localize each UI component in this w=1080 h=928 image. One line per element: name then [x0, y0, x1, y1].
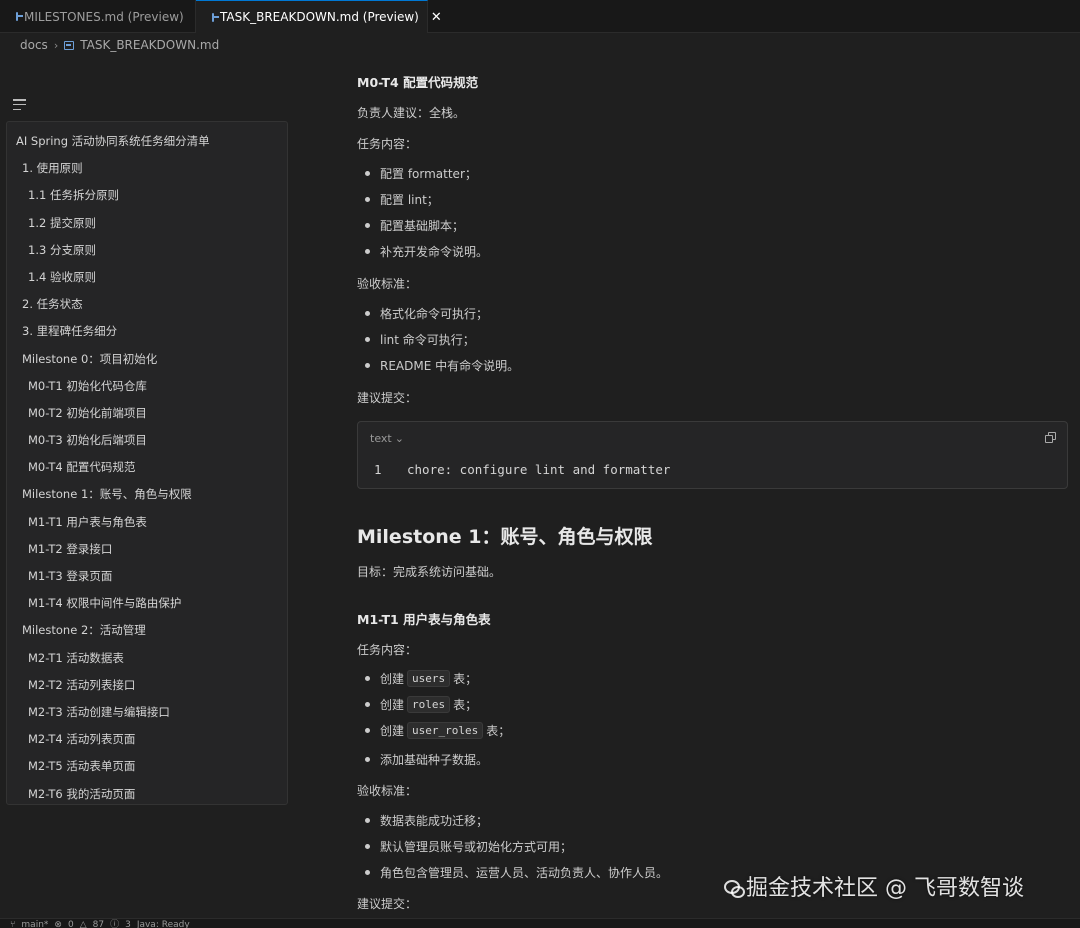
toc-item[interactable]: AI Spring 活动协同系统任务细分清单 — [7, 128, 287, 155]
toc-item[interactable]: M0-T4 配置代码规范 — [7, 454, 287, 481]
toc-item[interactable]: M2-T2 活动列表接口 — [7, 672, 287, 699]
toc-item[interactable]: 1.1 任务拆分原则 — [7, 182, 287, 209]
toc-item[interactable]: Milestone 0：项目初始化 — [7, 346, 287, 373]
status-info[interactable]: 3 — [125, 919, 131, 928]
paragraph: 任务内容： — [357, 643, 418, 657]
toc-item[interactable]: M0-T3 初始化后端项目 — [7, 427, 287, 454]
toc-item[interactable]: 1. 使用原则 — [7, 155, 287, 182]
code-text: chore: configure lint and formatter — [407, 462, 671, 477]
info-icon: ⓘ — [110, 920, 120, 928]
toc-item[interactable]: Milestone 1：账号、角色与权限 — [7, 481, 287, 508]
list-item: 配置基础脚本； — [357, 217, 464, 234]
toc-item[interactable]: 2. 任务状态 — [7, 291, 287, 318]
toc-item[interactable]: M2-T3 活动创建与编辑接口 — [7, 699, 287, 726]
watermark: 掘金技术社区 @ 飞哥数智谈 — [724, 868, 1024, 904]
status-branch[interactable]: main* — [21, 919, 48, 928]
toc-item[interactable]: 1.2 提交原则 — [7, 210, 287, 237]
editor-tab-bar: MILESTONES.md (Preview) TASK_BREAKDOWN.m… — [0, 0, 1080, 33]
tab-milestones[interactable]: MILESTONES.md (Preview) — [0, 0, 196, 33]
status-java[interactable]: Java: Ready — [137, 919, 190, 928]
code-line: 1 chore: configure lint and formatter — [374, 462, 670, 477]
list-item: README 中有命令说明。 — [357, 357, 519, 374]
tab-label: TASK_BREAKDOWN.md (Preview) — [220, 10, 419, 24]
toc-item[interactable]: 3. 里程碑任务细分 — [7, 318, 287, 345]
toc-item[interactable]: M2-T5 活动表单页面 — [7, 753, 287, 780]
toc-item[interactable]: 1.3 分支原则 — [7, 237, 287, 264]
toc-item[interactable]: M1-T2 登录接口 — [7, 536, 287, 563]
paragraph: 任务内容： — [357, 137, 418, 151]
toc-item[interactable]: Milestone 2：活动管理 — [7, 617, 287, 644]
error-icon: ⊗ — [54, 920, 62, 928]
section-heading: M0-T4 配置代码规范 — [357, 75, 479, 90]
close-icon[interactable]: ✕ — [431, 10, 442, 25]
tab-label: MILESTONES.md (Preview) — [24, 9, 184, 24]
git-branch-icon: ⑂ — [10, 920, 16, 928]
paragraph: 建议提交： — [357, 897, 418, 911]
list-item: 数据表能成功迁移； — [357, 812, 488, 829]
code-block: text ⌄ 1 chore: configure lint and format… — [357, 421, 1068, 489]
toc-item[interactable]: M2-T4 活动列表页面 — [7, 726, 287, 753]
breadcrumb: docs › TASK_BREAKDOWN.md — [0, 33, 1080, 57]
markdown-preview-icon — [64, 40, 75, 50]
list-item: 配置 formatter； — [357, 165, 477, 182]
breadcrumb-file[interactable]: TASK_BREAKDOWN.md — [80, 38, 219, 52]
toc-item[interactable]: 1.4 验收原则 — [7, 264, 287, 291]
paragraph: 建议提交： — [357, 391, 418, 405]
toc-item[interactable]: M2-T1 活动数据表 — [7, 645, 287, 672]
list-item: 创建 users 表； — [357, 670, 477, 687]
list-item: 创建 user_roles 表； — [357, 722, 510, 739]
tab-task-breakdown[interactable]: TASK_BREAKDOWN.md (Preview) ✕ — [196, 0, 442, 33]
chevron-down-icon: ⌄ — [394, 432, 404, 445]
code-language-selector[interactable]: text ⌄ — [370, 432, 404, 445]
outline-toggle-icon[interactable] — [13, 99, 27, 110]
breadcrumb-folder[interactable]: docs — [20, 38, 48, 52]
toc-item[interactable]: M1-T4 权限中间件与路由保护 — [7, 590, 287, 617]
markdown-preview-icon — [16, 12, 23, 21]
list-item: 配置 lint； — [357, 191, 439, 208]
paragraph: 验收标准： — [357, 784, 418, 798]
line-number: 1 — [374, 462, 382, 477]
milestone-heading: Milestone 1：账号、角色与权限 — [357, 526, 653, 548]
toc-item[interactable]: M0-T2 初始化前端项目 — [7, 400, 287, 427]
status-warnings[interactable]: 87 — [93, 919, 104, 928]
watermark-text: 掘金技术社区 @ 飞哥数智谈 — [746, 876, 1024, 901]
wechat-icon — [724, 879, 745, 898]
section-heading: M1-T1 用户表与角色表 — [357, 612, 491, 627]
list-item: 角色包含管理员、运营人员、活动负责人、协作人员。 — [357, 864, 668, 881]
paragraph: 目标：完成系统访问基础。 — [357, 565, 502, 579]
chevron-right-icon: › — [53, 38, 59, 52]
toc-item[interactable]: M0-T1 初始化代码仓库 — [7, 373, 287, 400]
toc-item[interactable]: M1-T3 登录页面 — [7, 563, 287, 590]
inline-code: roles — [407, 696, 451, 713]
paragraph: 验收标准： — [357, 277, 418, 291]
status-errors[interactable]: 0 — [68, 919, 74, 928]
list-item: 默认管理员账号或初始化方式可用； — [357, 838, 572, 855]
toc-item[interactable]: M1-T1 用户表与角色表 — [7, 509, 287, 536]
paragraph: 负责人建议：全栈。 — [357, 106, 466, 120]
toc-item[interactable]: M2-T6 我的活动页面 — [7, 781, 287, 808]
list-item: lint 命令可执行； — [357, 331, 475, 348]
warning-icon: △ — [79, 920, 87, 928]
list-item: 创建 roles 表； — [357, 696, 477, 713]
list-item: 格式化命令可执行； — [357, 305, 488, 322]
inline-code: user_roles — [407, 722, 484, 739]
list-item: 添加基础种子数据。 — [357, 751, 488, 768]
table-of-contents: AI Spring 活动协同系统任务细分清单 1. 使用原则 1.1 任务拆分原… — [6, 121, 288, 805]
copy-icon[interactable] — [1045, 432, 1056, 443]
inline-code: users — [407, 670, 451, 687]
list-item: 补充开发命令说明。 — [357, 243, 488, 260]
markdown-preview-icon — [212, 12, 219, 22]
status-bar: ⑂ main* ⊗ 0 △ 87 ⓘ 3 Java: Ready — [0, 918, 1080, 928]
markdown-preview: M0-T4 配置代码规范 负责人建议：全栈。 任务内容： 配置 formatte… — [357, 57, 1069, 928]
